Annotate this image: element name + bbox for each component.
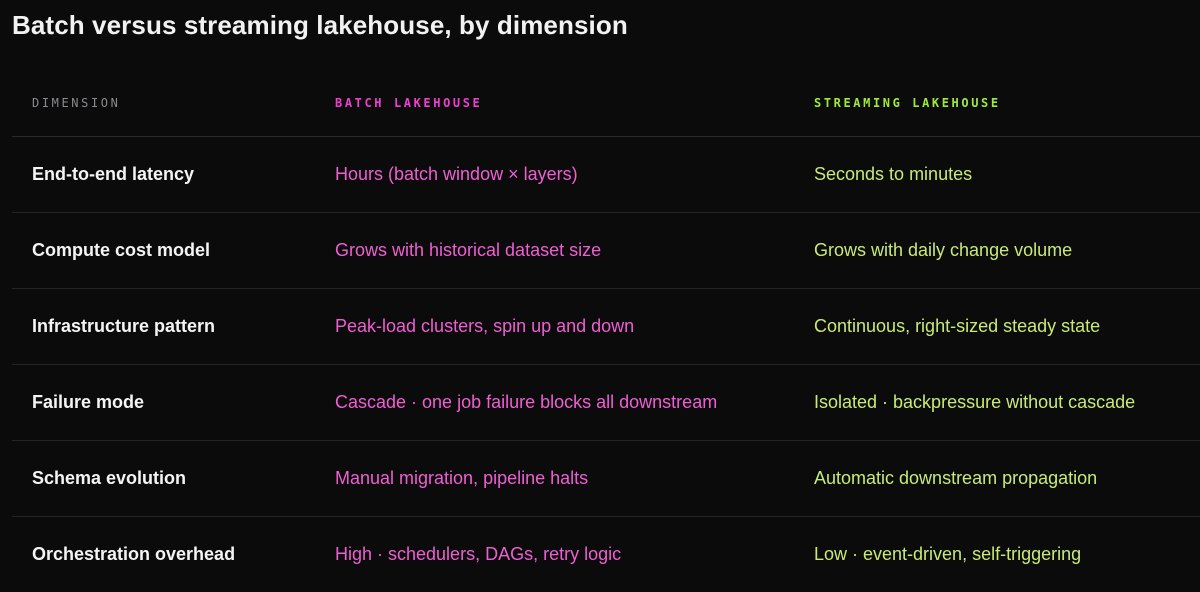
table-row: Failure mode Cascade · one job failure b… [12,365,1200,441]
table-row: Schema evolution Manual migration, pipel… [12,441,1200,517]
streaming-cell: Isolated · backpressure without cascade [814,392,1136,412]
table-row: Compute cost model Grows with historical… [12,213,1200,289]
table-row: Orchestration overhead High · schedulers… [12,517,1200,592]
streaming-cell: Seconds to minutes [814,164,973,184]
table-header-row: DIMENSION BATCH LAKEHOUSE STREAMING LAKE… [12,68,1200,137]
page-title: Batch versus streaming lakehouse, by dim… [12,10,628,40]
batch-cell: Peak-load clusters, spin up and down [335,316,635,336]
batch-cell: High · schedulers, DAGs, retry logic [335,544,622,564]
dimension-cell: Compute cost model [32,240,211,260]
dimension-cell: End-to-end latency [32,164,195,184]
batch-cell: Cascade · one job failure blocks all dow… [335,392,718,412]
table-row: End-to-end latency Hours (batch window ×… [12,137,1200,213]
table-row: Infrastructure pattern Peak-load cluster… [12,289,1200,365]
streaming-cell: Automatic downstream propagation [814,468,1098,488]
batch-cell: Grows with historical dataset size [335,240,602,260]
dimension-cell: Schema evolution [32,468,187,488]
batch-cell: Hours (batch window × layers) [335,164,578,184]
dimension-cell: Infrastructure pattern [32,316,216,336]
header-batch-lakehouse: BATCH LAKEHOUSE [335,96,483,110]
streaming-cell: Low · event-driven, self-triggering [814,544,1082,564]
batch-cell: Manual migration, pipeline halts [335,468,589,488]
streaming-cell: Continuous, right-sized steady state [814,316,1101,336]
dimension-cell: Orchestration overhead [32,544,236,564]
streaming-cell: Grows with daily change volume [814,240,1073,260]
dimension-cell: Failure mode [32,392,145,412]
comparison-table: DIMENSION BATCH LAKEHOUSE STREAMING LAKE… [12,68,1200,592]
header-streaming-lakehouse: STREAMING LAKEHOUSE [814,96,1001,110]
header-dimension: DIMENSION [32,96,121,110]
